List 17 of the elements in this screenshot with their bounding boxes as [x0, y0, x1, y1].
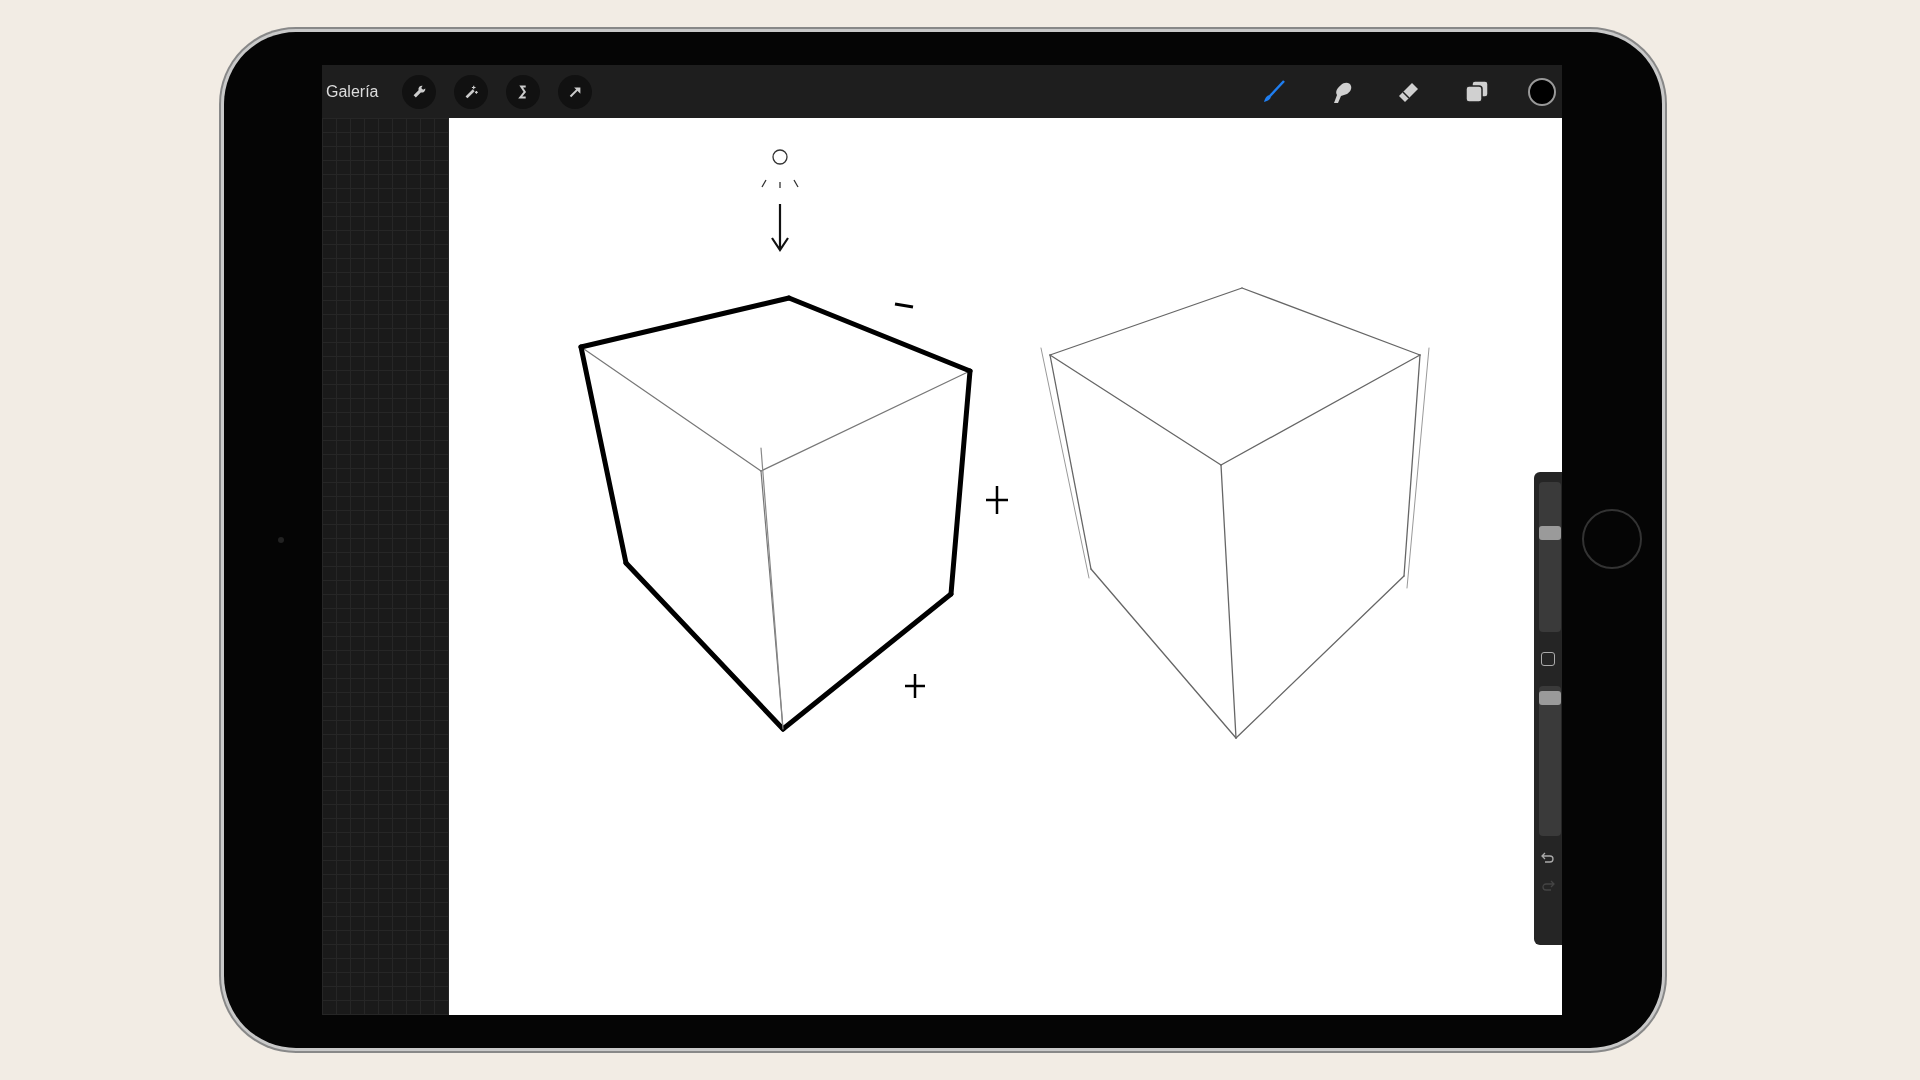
slider-thumb[interactable]: [1539, 691, 1561, 706]
slider-thumb[interactable]: [1539, 525, 1561, 540]
camera-dot: [278, 537, 284, 543]
undo-icon[interactable]: [1541, 852, 1555, 864]
opacity-slider[interactable]: [1539, 686, 1561, 836]
light-source-drawing: [761, 149, 799, 189]
drawing-canvas[interactable]: [449, 118, 1562, 1015]
selection-icon[interactable]: [506, 74, 541, 109]
gallery-button[interactable]: Galería: [326, 82, 379, 101]
plus-sign-drawing: [903, 672, 927, 700]
down-arrow-drawing: [770, 202, 790, 252]
brush-size-slider[interactable]: [1539, 482, 1561, 632]
square-icon[interactable]: [1541, 652, 1555, 666]
magic-wand-icon[interactable]: [454, 74, 489, 109]
color-swatch[interactable]: [1528, 77, 1556, 106]
wrench-icon[interactable]: [402, 74, 437, 109]
plus-sign-drawing: [984, 484, 1010, 516]
